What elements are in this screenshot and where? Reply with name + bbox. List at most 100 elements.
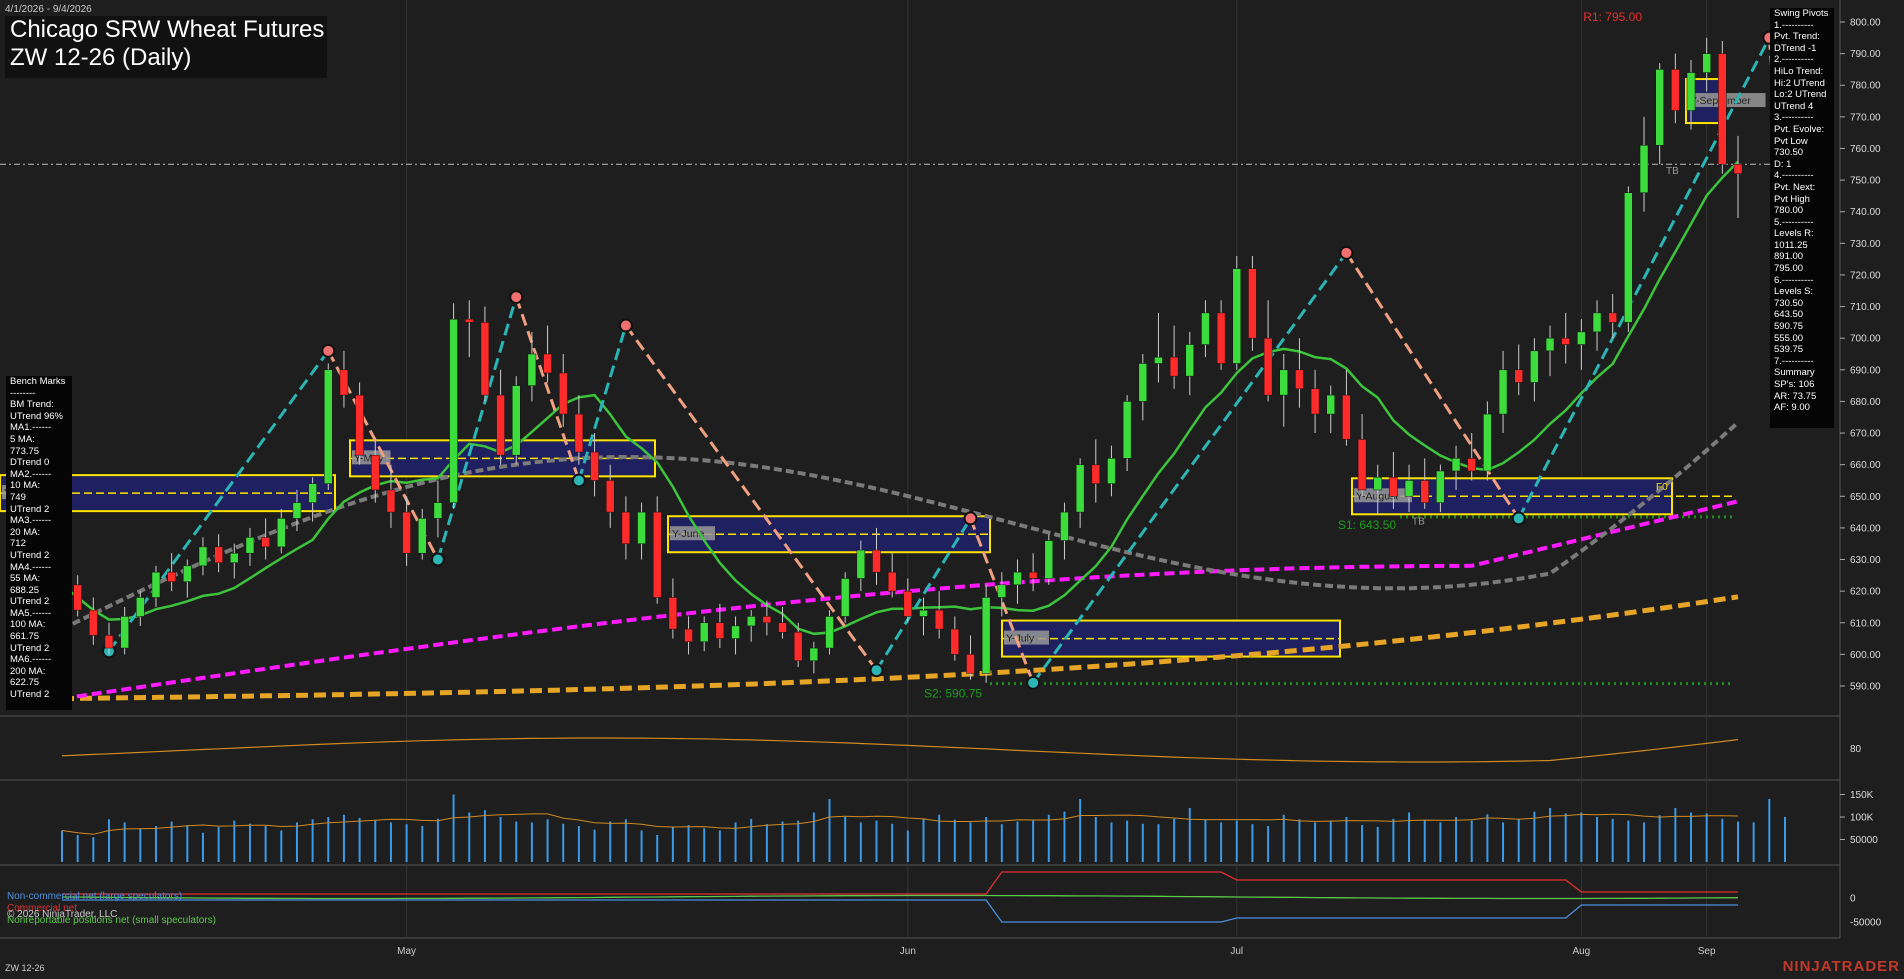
swing-pivots-line: 6.---------- — [1774, 274, 1814, 286]
down-candle — [652, 511, 662, 598]
down-candle — [261, 537, 270, 548]
down-candle — [167, 571, 176, 582]
down-candle — [496, 394, 505, 456]
bench-marks-line: 773.75 — [10, 445, 40, 457]
volume-panel — [61, 737, 1786, 862]
up-candle — [1702, 53, 1711, 73]
swing-high-marker — [1339, 245, 1354, 260]
swing-pivots-line: 4.---------- — [1774, 170, 1814, 182]
down-candle — [1216, 312, 1226, 364]
down-candle — [1467, 458, 1476, 472]
bench-marks-line: 55 MA: — [10, 573, 41, 585]
bench-marks-line: DTrend 0 — [10, 457, 50, 469]
swing-pivots-line: D: 1 — [1774, 158, 1792, 170]
up-candle — [637, 511, 646, 544]
up-candle — [1279, 369, 1289, 396]
up-candle — [1404, 480, 1414, 497]
swing-level-label: S1: 643.50 — [1338, 518, 1396, 532]
price-chart: Y-AprilY-MayY-JuneY-JulyY-AugustY-Septem… — [0, 0, 1882, 957]
bench-marks-line: 20 MA: — [10, 526, 41, 538]
up-candle — [527, 353, 537, 386]
footer-symbol: ZW 12-26 — [5, 963, 45, 973]
down-candle — [1561, 337, 1570, 345]
month-label: Jul — [1230, 946, 1243, 957]
bench-marks-line: MA1.------ — [10, 422, 52, 434]
down-candle — [778, 622, 787, 633]
down-candle — [793, 631, 803, 661]
up-candle — [1624, 192, 1633, 323]
bench-marks-line: MA5.------ — [10, 607, 52, 619]
chart-title: Chicago SRW Wheat Futures — [10, 16, 325, 43]
price-tick-label: 680.00 — [1850, 397, 1881, 408]
up-candle — [825, 616, 834, 649]
up-candle — [731, 625, 740, 639]
price-tick-label: 600.00 — [1850, 650, 1881, 661]
up-candle — [1577, 331, 1586, 345]
price-tick-label: 720.00 — [1850, 270, 1881, 281]
cot-noncommercial-line — [62, 899, 1738, 923]
swing-pivots-line: DTrend -1 — [1774, 42, 1817, 54]
volume-tick-label: 150K — [1850, 790, 1874, 801]
down-candle — [621, 511, 631, 544]
price-tick-label: 750.00 — [1850, 176, 1881, 187]
swing-high-marker — [618, 318, 633, 333]
up-candle — [1639, 145, 1649, 193]
down-candle — [1671, 69, 1680, 111]
cot-legend-nonreportable: Nonreportable positions net (small specu… — [7, 915, 216, 926]
down-candle — [480, 322, 490, 396]
swing-low-marker — [1026, 675, 1041, 690]
price-tick-label: 730.00 — [1850, 239, 1881, 250]
down-candle — [950, 628, 960, 655]
swing-pivots-line: 1.---------- — [1774, 19, 1814, 31]
date-range: 4/1/2026 - 9/4/2026 — [5, 4, 92, 15]
down-candle — [214, 546, 223, 563]
bench-marks-panel: Bench Marks -------- BM Trend: UTrend 96% MA… — [6, 376, 72, 710]
down-candle — [574, 413, 584, 453]
down-candle — [1091, 464, 1101, 484]
up-candle — [245, 537, 255, 554]
price-tick-label: 610.00 — [1850, 618, 1881, 629]
swing-pivots-line: 590.75 — [1774, 321, 1804, 333]
price-tick-label: 780.00 — [1850, 81, 1881, 92]
down-candle — [73, 584, 82, 611]
up-candle — [1483, 413, 1492, 472]
tb-marker: TB — [1412, 517, 1425, 528]
price-tick-label: 660.00 — [1850, 460, 1881, 471]
up-candle — [1373, 477, 1382, 491]
price-tick-label: 740.00 — [1850, 207, 1881, 218]
swing-pivots-line: 3.---------- — [1774, 112, 1814, 124]
up-candle — [1530, 350, 1539, 383]
up-candle — [1655, 69, 1664, 146]
up-candle — [1686, 72, 1696, 111]
up-candle — [230, 552, 239, 563]
price-tick-label: 700.00 — [1850, 334, 1881, 345]
down-candle — [966, 654, 975, 674]
up-candle — [1201, 312, 1210, 345]
up-candle — [997, 584, 1007, 598]
up-candle — [746, 616, 756, 627]
tb-marker: TB — [1666, 166, 1679, 177]
chart-subtitle: ZW 12-26 (Daily) — [10, 44, 192, 71]
swing-pivots-line: 5.---------- — [1774, 216, 1814, 228]
month-label: May — [397, 946, 416, 957]
ma-200-line — [61, 594, 1739, 702]
up-candle — [1545, 337, 1555, 352]
cot-tick-label: -50000 — [1850, 918, 1882, 929]
bench-marks-line: 712 — [10, 538, 26, 550]
cot-panel — [61, 871, 1739, 923]
swing-low-marker — [869, 663, 884, 678]
grid-layer — [0, 0, 1841, 939]
swing-pivots-line: Swing Pivots — [1774, 8, 1829, 19]
down-candle — [1608, 312, 1617, 323]
up-candle — [856, 549, 866, 579]
cot-commercial-line — [62, 871, 1738, 895]
month-label: Jun — [900, 946, 916, 957]
up-candle — [919, 609, 928, 617]
bench-marks-line: 688.25 — [10, 584, 40, 596]
swing-pivots-line: 643.50 — [1774, 309, 1804, 321]
swing-low-marker — [1511, 511, 1526, 526]
swing-high-marker — [963, 511, 978, 526]
up-candle — [1592, 312, 1602, 333]
up-candle — [1436, 470, 1445, 503]
up-candle — [136, 597, 145, 617]
